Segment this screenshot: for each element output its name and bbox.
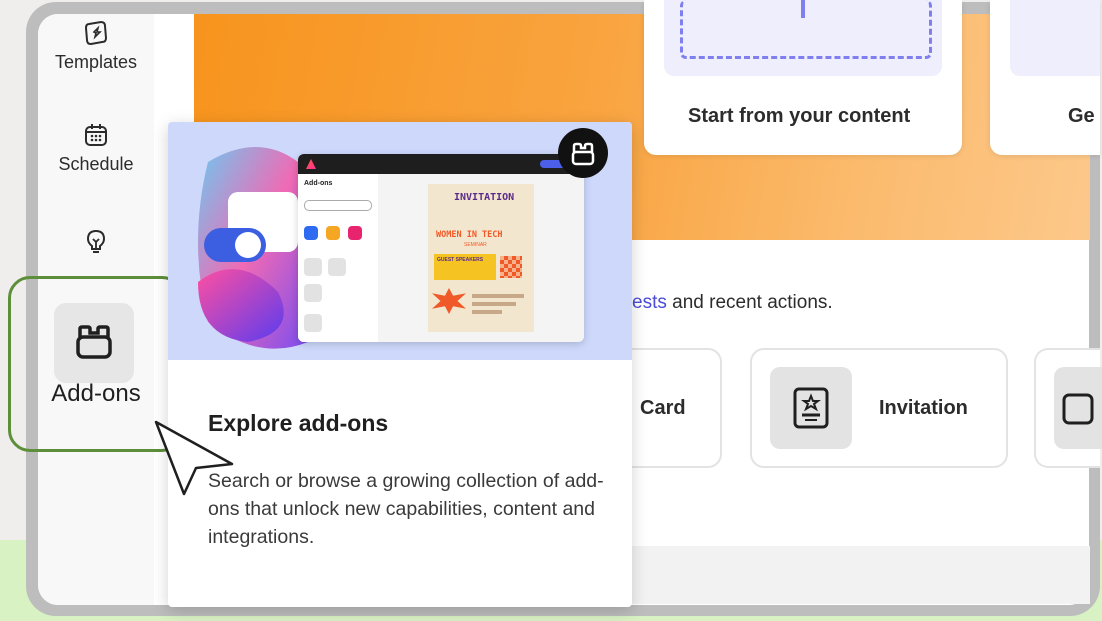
addons-panel-preview: Add-ons INVITATION WOMEN IN TECH SEMINAR… <box>298 154 584 342</box>
upload-dropzone <box>680 0 932 59</box>
invitation-icon <box>793 387 829 429</box>
preview-search-field <box>304 200 372 211</box>
sidebar-item-templates[interactable]: Templates <box>38 20 154 73</box>
preview-tile <box>304 284 322 302</box>
card-preview <box>1010 0 1100 76</box>
poster-speakers-box: GUEST SPEAKERS <box>434 254 496 280</box>
poster-burst-shape <box>432 288 466 314</box>
preview-addons-panel: Add-ons <box>298 174 379 342</box>
sidebar-item-label: Templates <box>54 52 138 72</box>
preview-tile <box>304 314 322 332</box>
quick-action-partial[interactable] <box>1034 348 1102 468</box>
calendar-icon <box>85 124 107 146</box>
card-title: Start from your content <box>688 105 911 127</box>
preview-heart-icon <box>348 226 362 240</box>
preview-tile <box>328 258 346 276</box>
preview-panel-title: Add-ons <box>304 180 333 187</box>
suggests-link[interactable]: ests <box>632 292 667 313</box>
explore-addons-popover: Add-ons INVITATION WOMEN IN TECH SEMINAR… <box>168 122 632 607</box>
poster-text-line <box>472 310 502 314</box>
poster-checker-pattern <box>500 256 522 278</box>
bottom-panel <box>632 546 1090 604</box>
poster-subheading: WOMEN IN TECH <box>436 230 503 240</box>
popover-illustration: Add-ons INVITATION WOMEN IN TECH SEMINAR… <box>168 122 632 360</box>
sidebar-item-ideas[interactable] <box>38 228 154 254</box>
lightbulb-icon <box>86 229 106 253</box>
poster-seminar: SEMINAR <box>464 242 487 248</box>
mouse-cursor-icon <box>154 420 234 496</box>
quick-action-label: Invitation <box>879 397 968 419</box>
quick-action-label: Card <box>640 397 686 419</box>
recent-actions-label: and recent actions. <box>666 292 833 313</box>
invitation-poster: INVITATION WOMEN IN TECH SEMINAR GUEST S… <box>428 184 534 332</box>
quick-action-icon-tile <box>1054 367 1102 449</box>
templates-icon <box>84 20 108 46</box>
quick-action-icon-tile <box>770 367 852 449</box>
generate-card[interactable]: Ge <box>990 0 1100 155</box>
poster-heading: INVITATION <box>454 192 515 203</box>
start-from-content-card[interactable]: Start from your content <box>644 0 962 155</box>
sidebar-item-label: Schedule <box>58 154 134 174</box>
upload-arrow-icon <box>801 0 805 18</box>
preview-folder-icon <box>326 226 340 240</box>
preview-topbar <box>298 154 584 174</box>
app-logo-icon <box>306 159 316 169</box>
addons-icon <box>571 142 595 166</box>
preview-cloud-icon <box>304 226 318 240</box>
card-title: Ge <box>1068 105 1095 127</box>
addons-badge <box>558 128 608 178</box>
recent-actions-text: ests and recent actions. <box>632 292 833 314</box>
preview-canvas: INVITATION WOMEN IN TECH SEMINAR GUEST S… <box>378 174 584 342</box>
poster-text-line <box>472 302 516 306</box>
poster-speakers: GUEST SPEAKERS <box>437 257 484 263</box>
poster-text-line <box>472 294 524 298</box>
preview-tile <box>304 258 322 276</box>
quick-action-invitation[interactable]: Invitation <box>750 348 1008 468</box>
sidebar-item-schedule[interactable]: Schedule <box>38 122 154 175</box>
popover-description: Search or browse a growing collection of… <box>208 470 604 548</box>
image-icon <box>1062 393 1094 425</box>
